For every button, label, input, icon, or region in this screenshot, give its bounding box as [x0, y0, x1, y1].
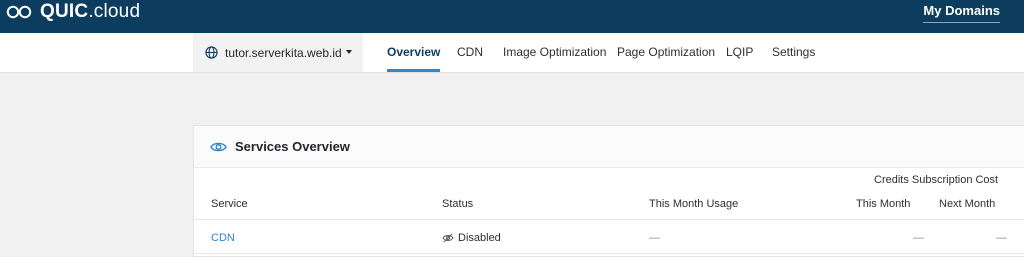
column-status: Status [442, 198, 474, 210]
domain-select-value: tutor.serverkita.web.id [225, 45, 342, 60]
logo-text: QUIC.cloud [40, 0, 140, 24]
row-divider [194, 253, 1024, 254]
tab-settings[interactable]: Settings [772, 33, 815, 72]
eye-off-icon [442, 233, 454, 243]
globe-icon [205, 46, 218, 59]
caret-down-icon [346, 50, 352, 54]
logo-text-bold: QUIC [40, 1, 89, 22]
domain-select[interactable]: tutor.serverkita.web.id [193, 33, 363, 72]
credits-subscription-cost-header: Credits Subscription Cost [874, 174, 999, 186]
tab-overview[interactable]: Overview [387, 33, 441, 72]
services-overview-card: Services Overview Credits Subscription C… [193, 125, 1024, 257]
row-status: Disabled [442, 232, 501, 244]
header-divider [194, 219, 1024, 220]
row-status-text: Disabled [458, 232, 501, 244]
logo-icon [6, 5, 32, 19]
logo-text-rest: .cloud [88, 1, 141, 22]
tab-page-optimization[interactable]: Page Optimization [617, 33, 715, 72]
tab-lqip[interactable]: LQIP [726, 33, 753, 72]
row-this-month: — [913, 232, 924, 244]
card-header: Services Overview [194, 126, 1024, 168]
card-title: Services Overview [235, 139, 350, 154]
sub-navigation: tutor.serverkita.web.id Overview CDN Ima… [0, 33, 1024, 73]
column-service: Service [211, 198, 248, 210]
column-next-month: Next Month [939, 198, 996, 210]
quic-cloud-logo[interactable]: QUIC.cloud [6, 0, 140, 24]
my-domains-link[interactable]: My Domains [923, 3, 1000, 23]
row-service-cdn-link[interactable]: CDN [211, 232, 235, 244]
eye-icon [210, 141, 227, 153]
column-this-month: This Month [856, 198, 911, 210]
row-next-month: — [996, 232, 1007, 244]
column-this-month-usage: This Month Usage [649, 198, 739, 210]
top-bar: QUIC.cloud My Domains [0, 0, 1024, 33]
tab-cdn[interactable]: CDN [457, 33, 483, 72]
row-usage: — [649, 232, 660, 244]
tab-image-optimization[interactable]: Image Optimization [503, 33, 606, 72]
